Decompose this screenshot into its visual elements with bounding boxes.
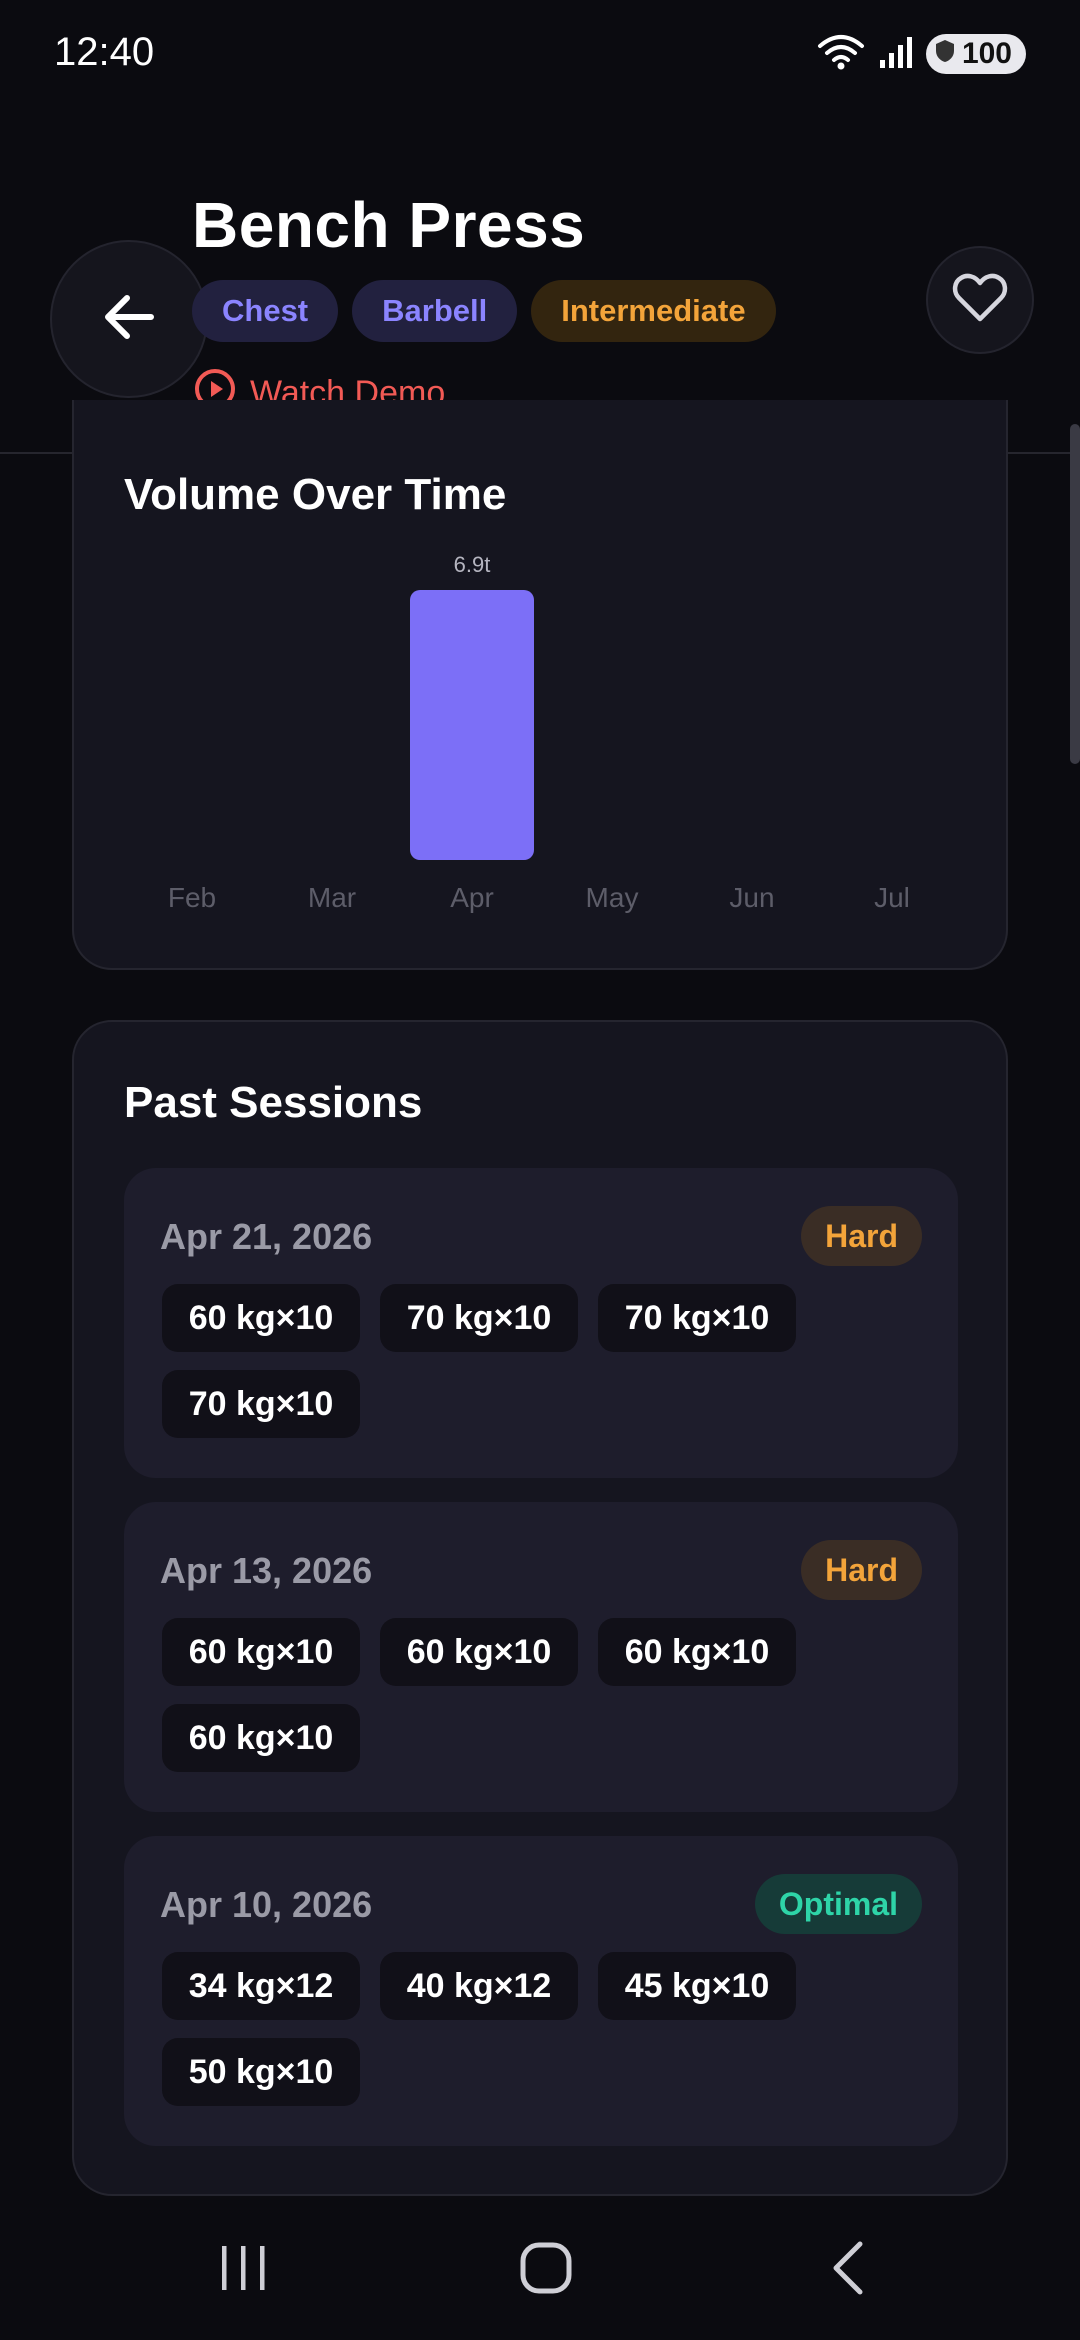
chart-x-tick-label: Jul [874, 882, 910, 913]
battery-indicator: 100 [925, 34, 1026, 74]
screen: 12:40 100 Bench Press Chest Barbell Inte… [0, 0, 1080, 2340]
session-date: Apr 10, 2026 [160, 1884, 373, 1925]
exercise-title: Bench Press [192, 189, 586, 261]
volume-chart-card: Volume Over Time Feb Mar 6.9t Apr May Jun Jul [72, 400, 1008, 970]
battery-level: 100 [961, 37, 1012, 70]
session-card[interactable]: Apr 21, 2026 Hard 60 kg×10 70 kg×10 70 k… [124, 1168, 958, 1478]
recent-apps-button[interactable] [184, 2230, 304, 2310]
session-sets: 60 kg×10 60 kg×10 60 kg×10 60 kg×10 [162, 1618, 942, 1772]
sessions-title: Past Sessions [124, 1078, 423, 1127]
session-card[interactable]: Apr 10, 2026 Optimal 34 kg×12 40 kg×12 4… [124, 1836, 958, 2146]
tag-equipment: Barbell [352, 280, 518, 342]
set-chip: 60 kg×10 [162, 1618, 360, 1686]
chart-x-tick-label: Mar [308, 882, 356, 913]
tag-level: Intermediate [531, 280, 776, 342]
status-time: 12:40 [54, 30, 155, 74]
session-date: Apr 21, 2026 [160, 1216, 373, 1257]
status-icons: 100 [816, 30, 1026, 78]
chart-x-tick-label: Jun [729, 882, 774, 913]
home-icon [518, 2240, 574, 2301]
chart-x-tick-label: Feb [168, 882, 216, 913]
set-chip: 45 kg×10 [598, 1952, 796, 2020]
chart-x-tick-label: May [586, 882, 639, 913]
scrollbar[interactable] [1070, 424, 1080, 764]
signal-icon [878, 34, 914, 75]
past-sessions-card: Past Sessions Apr 21, 2026 Hard 60 kg×10… [72, 1020, 1008, 2196]
set-chip: 60 kg×10 [380, 1618, 578, 1686]
set-chip: 34 kg×12 [162, 1952, 360, 2020]
session-sets: 34 kg×12 40 kg×12 45 kg×10 50 kg×10 [162, 1952, 942, 2106]
set-chip: 60 kg×10 [162, 1284, 360, 1352]
difficulty-badge: Optimal [754, 1874, 922, 1934]
chart-x-tick-label: Apr [450, 882, 494, 913]
set-chip: 60 kg×10 [162, 1704, 360, 1772]
chevron-left-icon [828, 2240, 868, 2301]
favorite-button[interactable] [926, 246, 1034, 354]
difficulty-badge: Hard [801, 1540, 922, 1600]
set-chip: 60 kg×10 [598, 1618, 796, 1686]
heart-icon [952, 273, 1008, 328]
volume-chart: Feb Mar 6.9t Apr May Jun Jul [168, 552, 910, 913]
status-bar: 12:40 100 [0, 0, 1080, 110]
set-chip: 40 kg×12 [380, 1952, 578, 2020]
chart-title: Volume Over Time [124, 470, 507, 519]
set-chip: 70 kg×10 [162, 1370, 360, 1438]
tag-muscle: Chest [192, 280, 339, 342]
chart-bar-apr[interactable] [410, 590, 534, 860]
recent-apps-icon [214, 2240, 274, 2301]
system-back-button[interactable] [788, 2230, 908, 2310]
difficulty-badge: Hard [801, 1206, 922, 1266]
session-sets: 60 kg×10 70 kg×10 70 kg×10 70 kg×10 [162, 1284, 942, 1438]
set-chip: 70 kg×10 [598, 1284, 796, 1352]
arrow-left-icon [103, 293, 155, 346]
system-nav-bar [0, 2200, 1080, 2340]
set-chip: 50 kg×10 [162, 2038, 360, 2106]
wifi-icon [816, 32, 866, 77]
chart-data-label: 6.9t [454, 552, 491, 577]
exercise-tags: Chest Barbell Intermediate [192, 280, 776, 342]
set-chip: 70 kg×10 [380, 1284, 578, 1352]
home-button[interactable] [486, 2230, 606, 2310]
shield-icon [934, 37, 956, 71]
session-card[interactable]: Apr 13, 2026 Hard 60 kg×10 60 kg×10 60 k… [124, 1502, 958, 1812]
session-date: Apr 13, 2026 [160, 1550, 373, 1591]
back-button[interactable] [50, 240, 208, 398]
